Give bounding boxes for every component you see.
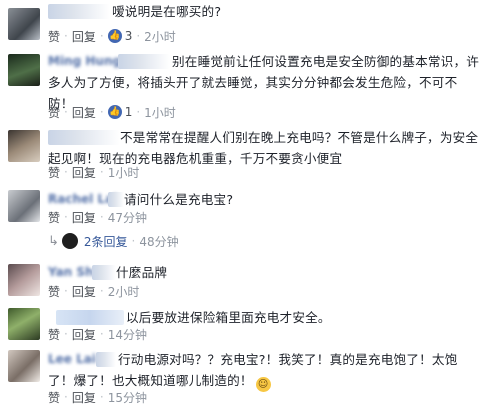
like-count[interactable]: 👍 3 [107,29,132,43]
separator: · [99,105,104,119]
separator: · [64,210,68,224]
comment-actions: 赞 · 回复 · 47分钟 [48,208,147,226]
avatar[interactable] [8,190,40,222]
separator: · [136,105,141,119]
avatar[interactable] [8,130,40,162]
like-button[interactable]: 赞 [48,164,60,181]
comment-text: 请问什么是充电宝? [124,192,234,207]
avatar [61,233,78,249]
separator: · [99,165,104,179]
commenter-name[interactable]: Yan Sh [48,265,94,279]
reply-button[interactable]: 回复 [72,164,96,181]
like-button[interactable]: 赞 [48,283,60,300]
separator: · [99,210,104,224]
comment-text: 行动电源对吗？？充电宝?！我笑了！真的是充电饱了！太饱了！爆了！也大概知道哪儿制… [48,352,458,392]
like-button[interactable]: 赞 [48,389,60,406]
timestamp[interactable]: 2小时 [144,28,176,45]
separator: · [64,29,68,43]
separator: · [64,327,68,341]
separator: · [131,234,136,248]
timestamp[interactable]: 15分钟 [108,389,147,406]
like-button[interactable]: 赞 [48,104,60,121]
like-button[interactable]: 赞 [48,28,60,45]
separator: · [99,390,104,404]
comment-text: 以后要放进保险箱里面充电才安全。 [126,310,331,325]
reply-button[interactable]: 回复 [72,326,96,343]
separator: · [99,284,104,298]
separator: · [99,327,104,341]
separator: · [136,29,141,43]
reply-arrow-icon: ↳ [48,233,59,249]
separator: · [64,284,68,298]
separator: · [99,29,104,43]
replies-link[interactable]: ↳ 2条回复 · 48分钟 [48,232,179,250]
commenter-name[interactable]: Rachel Lai [48,192,117,206]
timestamp[interactable]: 2小时 [108,283,140,300]
separator: · [64,105,68,119]
like-button[interactable]: 赞 [48,209,60,226]
comment-actions: 赞 · 回复 · 1小时 [48,163,139,181]
comment-actions: 赞 · 回复 · 👍 3 · 2小时 [48,27,176,45]
like-button[interactable]: 赞 [48,326,60,343]
avatar[interactable] [8,308,40,340]
comment-text: 什麼品牌 [116,265,168,280]
comment-actions: 赞 · 回复 · 14分钟 [48,325,147,343]
comment-actions: 赞 · 回复 · 2小时 [48,282,139,300]
grinning-face-icon: ☺ [255,377,271,392]
avatar[interactable] [8,8,40,40]
timestamp[interactable]: 1小时 [144,104,176,121]
timestamp[interactable]: 47分钟 [108,209,147,226]
avatar[interactable] [8,350,40,382]
thumbs-up-icon: 👍 [107,29,122,43]
separator: · [64,390,68,404]
reply-button[interactable]: 回复 [72,283,96,300]
comment-text: 嗳说明是在哪买的? [112,4,222,19]
replies-count[interactable]: 2条回复 [84,233,128,250]
separator: · [64,165,68,179]
name-mask [92,265,116,280]
reply-button[interactable]: 回复 [72,209,96,226]
reply-button[interactable]: 回复 [72,104,96,121]
thumbs-up-icon: 👍 [107,105,122,119]
comment-actions: 赞 · 回复 · 15分钟 [48,388,147,406]
timestamp[interactable]: 14分钟 [108,326,147,343]
avatar[interactable] [8,54,40,86]
name-mask [56,310,124,325]
timestamp[interactable]: 1小时 [108,164,140,181]
comment-actions: 赞 · 回复 · 👍 1 · 1小时 [48,103,176,121]
timestamp[interactable]: 48分钟 [139,233,178,250]
name-mask [108,192,124,207]
avatar[interactable] [8,264,40,296]
reply-button[interactable]: 回复 [72,28,96,45]
reply-button[interactable]: 回复 [72,389,96,406]
like-count[interactable]: 👍 1 [107,105,132,119]
name-mask [48,4,110,19]
